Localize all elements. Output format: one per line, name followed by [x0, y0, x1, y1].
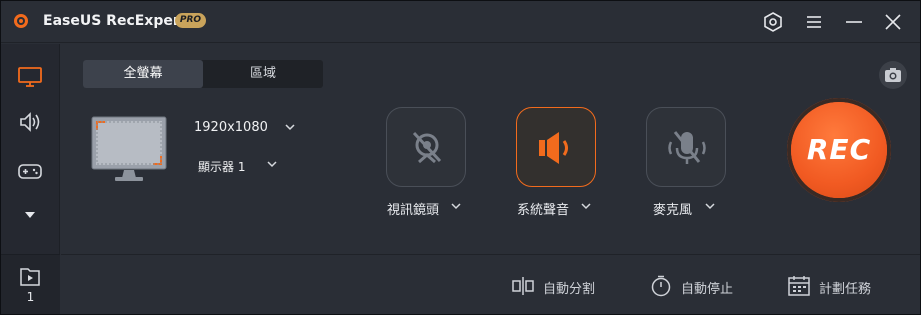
bottom-toolbar: 自動分割 自動停止 計劃任務: [61, 254, 920, 314]
monitor-icon[interactable]: [13, 60, 47, 94]
title-bar: EaseUS RecExperts PRO: [1, 1, 920, 43]
microphone-toggle[interactable]: [646, 107, 726, 187]
auto-stop-button[interactable]: 自動停止: [649, 275, 739, 297]
sidebar: 1: [1, 44, 60, 314]
pro-badge: PRO: [175, 13, 206, 28]
tab-full-screen[interactable]: 全螢幕: [83, 60, 203, 88]
mic-off-icon: [668, 131, 706, 164]
webcam-off-icon: [412, 131, 442, 164]
system-sound-label[interactable]: 系統聲音: [517, 199, 569, 218]
minimize-icon[interactable]: [841, 9, 867, 35]
auto-stop-label: 自動停止: [681, 282, 734, 297]
rec-button-label[interactable]: REC: [791, 102, 887, 198]
webcam-toggle[interactable]: [386, 107, 466, 187]
display-select[interactable]: 顯示器 1: [198, 158, 245, 175]
webcam-label[interactable]: 視訊鏡頭: [387, 199, 439, 218]
recorder-window: EaseUS RecExperts PRO 1 全螢幕 區域 1920x1080…: [0, 0, 921, 315]
speaker-icon[interactable]: [13, 105, 47, 139]
triangle-down-icon[interactable]: [13, 197, 47, 231]
chevron-down-icon[interactable]: [285, 123, 295, 131]
calendar-icon: [788, 276, 810, 296]
camera-icon: [885, 68, 901, 82]
system-sound-toggle[interactable]: [516, 107, 596, 187]
stopwatch-icon: [651, 275, 671, 297]
app-title: EaseUS RecExperts: [43, 13, 195, 29]
auto-split-label: 自動分割: [543, 282, 596, 297]
schedule-button[interactable]: 計劃任務: [787, 275, 887, 297]
resolution-select[interactable]: 1920x1080: [194, 120, 268, 135]
close-icon[interactable]: [880, 9, 906, 35]
chevron-down-icon[interactable]: [451, 202, 461, 210]
recordings-count: 1: [26, 290, 35, 304]
video-folder-icon: [20, 268, 40, 286]
tab-region[interactable]: 區域: [203, 60, 323, 88]
split-icon: [512, 277, 534, 295]
mode-tabs: 全螢幕 區域: [83, 60, 323, 88]
screenshot-button[interactable]: [879, 61, 907, 89]
speaker-icon: [539, 132, 568, 164]
gamepad-icon[interactable]: [13, 154, 47, 188]
app-logo-icon: [14, 14, 28, 28]
auto-split-button[interactable]: 自動分割: [511, 275, 601, 297]
monitor-preview-icon: [91, 116, 167, 181]
chevron-down-icon[interactable]: [581, 202, 591, 210]
schedule-label: 計劃任務: [819, 282, 872, 297]
microphone-label[interactable]: 麥克風: [653, 199, 692, 218]
chevron-down-icon[interactable]: [267, 160, 277, 168]
settings-icon[interactable]: [760, 9, 786, 35]
chevron-down-icon[interactable]: [705, 202, 715, 210]
menu-icon[interactable]: [801, 9, 827, 35]
recordings-button[interactable]: 1: [1, 254, 60, 314]
